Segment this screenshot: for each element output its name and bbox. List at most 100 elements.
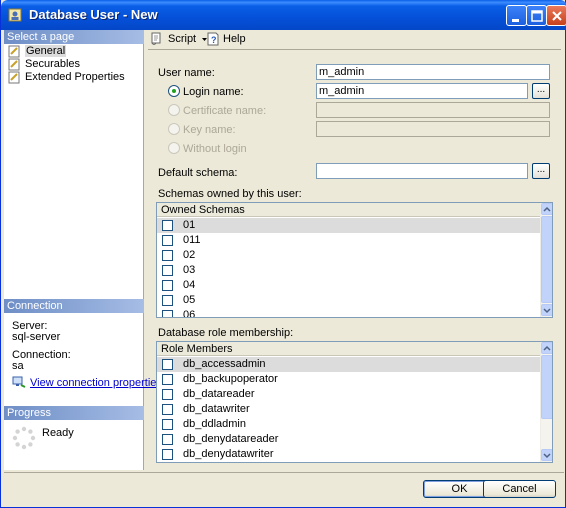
connection-properties-icon	[12, 376, 26, 388]
bottom-divider	[4, 472, 564, 473]
connection-header: Connection	[4, 299, 144, 313]
table-row[interactable]: db_backupoperator	[157, 372, 540, 387]
table-row[interactable]: 06	[157, 308, 540, 317]
role-members-column-header[interactable]: Role Members	[157, 342, 540, 356]
role-name: db_ddladmin	[183, 418, 246, 430]
scroll-thumb[interactable]	[541, 216, 552, 303]
default-schema-field[interactable]	[316, 163, 528, 179]
roles-scrollbar[interactable]	[540, 342, 552, 462]
table-row[interactable]: 03	[157, 263, 540, 278]
database-user-dialog: Database User - New Select a page Genera…	[0, 0, 566, 508]
checkbox[interactable]	[162, 220, 173, 231]
cancel-button[interactable]: Cancel	[483, 480, 556, 498]
without-login-radio[interactable]	[168, 142, 180, 154]
login-name-label: Login name:	[183, 86, 244, 98]
maximize-icon	[531, 10, 543, 22]
login-name-radio[interactable]	[168, 85, 180, 97]
close-button[interactable]	[546, 5, 566, 26]
checkbox[interactable]	[162, 389, 173, 400]
chevron-up-icon	[543, 345, 551, 351]
table-row[interactable]: db_ddladmin	[157, 417, 540, 432]
connection-value: sa	[12, 360, 24, 372]
table-row[interactable]: db_denydatawriter	[157, 447, 540, 462]
help-icon: ?	[207, 32, 219, 46]
table-row[interactable]: db_datareader	[157, 387, 540, 402]
role-name: db_denydatareader	[183, 433, 279, 445]
table-row[interactable]: db_accessadmin	[157, 357, 540, 372]
page-item-securables[interactable]: Securables	[8, 58, 80, 71]
toolbar: Script ? Help	[145, 30, 564, 48]
role-members-grid[interactable]: Role Members db_accessadmin db_backupope…	[156, 341, 553, 463]
database-role-membership-label: Database role membership:	[158, 327, 294, 339]
view-connection-properties-link[interactable]: View connection properties	[30, 377, 162, 389]
schemas-owned-label: Schemas owned by this user:	[158, 188, 302, 200]
page-item-label: Extended Properties	[25, 71, 125, 83]
schema-name: 011	[183, 234, 201, 246]
checkbox[interactable]	[162, 374, 173, 385]
server-value: sql-server	[12, 331, 61, 343]
table-row[interactable]: db_denydatareader	[157, 432, 540, 447]
login-name-browse-button[interactable]: ...	[532, 83, 550, 99]
minimize-button[interactable]	[506, 5, 527, 26]
without-login-label: Without login	[183, 143, 247, 155]
script-icon	[151, 32, 161, 45]
scroll-up-button[interactable]	[541, 203, 552, 215]
table-row[interactable]: 011	[157, 233, 540, 248]
certificate-name-field[interactable]	[316, 102, 550, 118]
scroll-up-button[interactable]	[541, 342, 552, 354]
scroll-down-button[interactable]	[541, 449, 552, 461]
toolbar-divider	[148, 49, 561, 50]
scroll-thumb[interactable]	[541, 355, 552, 419]
key-name-field[interactable]	[316, 121, 550, 137]
page-item-extended-properties[interactable]: Extended Properties	[8, 71, 125, 84]
checkbox[interactable]	[162, 280, 173, 291]
checkbox[interactable]	[162, 310, 173, 317]
progress-status: Ready	[42, 427, 74, 439]
checkbox[interactable]	[162, 265, 173, 276]
schema-name: 02	[183, 249, 196, 261]
svg-text:?: ?	[211, 35, 217, 45]
table-row[interactable]: 05	[157, 293, 540, 308]
key-name-label: Key name:	[183, 124, 236, 136]
schemas-scrollbar[interactable]	[540, 203, 552, 317]
schema-name: 01	[183, 219, 196, 231]
table-row[interactable]: 04	[157, 278, 540, 293]
progress-spinner-icon	[12, 426, 36, 450]
page-item-general[interactable]: General	[8, 45, 67, 58]
role-name: db_denydatawriter	[183, 448, 274, 460]
owned-schemas-grid[interactable]: Owned Schemas 01 011 02 03 04 05 06	[156, 202, 553, 318]
user-name-field[interactable]: m_admin	[316, 64, 550, 80]
chevron-up-icon	[543, 206, 551, 212]
owned-schemas-column-header[interactable]: Owned Schemas	[157, 203, 540, 217]
user-name-label: User name:	[158, 67, 215, 79]
login-name-field[interactable]: m_admin	[316, 83, 528, 99]
progress-header: Progress	[4, 406, 144, 420]
maximize-button[interactable]	[526, 5, 547, 26]
checkbox[interactable]	[162, 250, 173, 261]
page-item-label: Securables	[25, 58, 81, 70]
checkbox[interactable]	[162, 295, 173, 306]
schema-name: 03	[183, 264, 196, 276]
checkbox[interactable]	[162, 419, 173, 430]
checkbox[interactable]	[162, 235, 173, 246]
default-schema-browse-button[interactable]: ...	[532, 163, 550, 179]
certificate-name-radio[interactable]	[168, 104, 180, 116]
table-row[interactable]: db_datawriter	[157, 402, 540, 417]
key-name-radio[interactable]	[168, 123, 180, 135]
table-row[interactable]: 01	[157, 218, 540, 233]
checkbox[interactable]	[162, 359, 173, 370]
database-user-icon	[8, 8, 22, 22]
checkbox[interactable]	[162, 449, 173, 460]
role-name: db_datawriter	[183, 403, 250, 415]
help-label: Help	[223, 33, 246, 45]
script-label: Script	[168, 33, 197, 45]
script-button[interactable]: Script	[149, 30, 208, 48]
help-button[interactable]: ? Help	[206, 30, 246, 48]
scroll-down-button[interactable]	[541, 304, 552, 316]
schema-name: 04	[183, 279, 196, 291]
title-bar[interactable]: Database User - New	[1, 0, 566, 30]
table-row[interactable]: 02	[157, 248, 540, 263]
checkbox[interactable]	[162, 434, 173, 445]
checkbox[interactable]	[162, 404, 173, 415]
chevron-down-icon	[543, 453, 551, 459]
